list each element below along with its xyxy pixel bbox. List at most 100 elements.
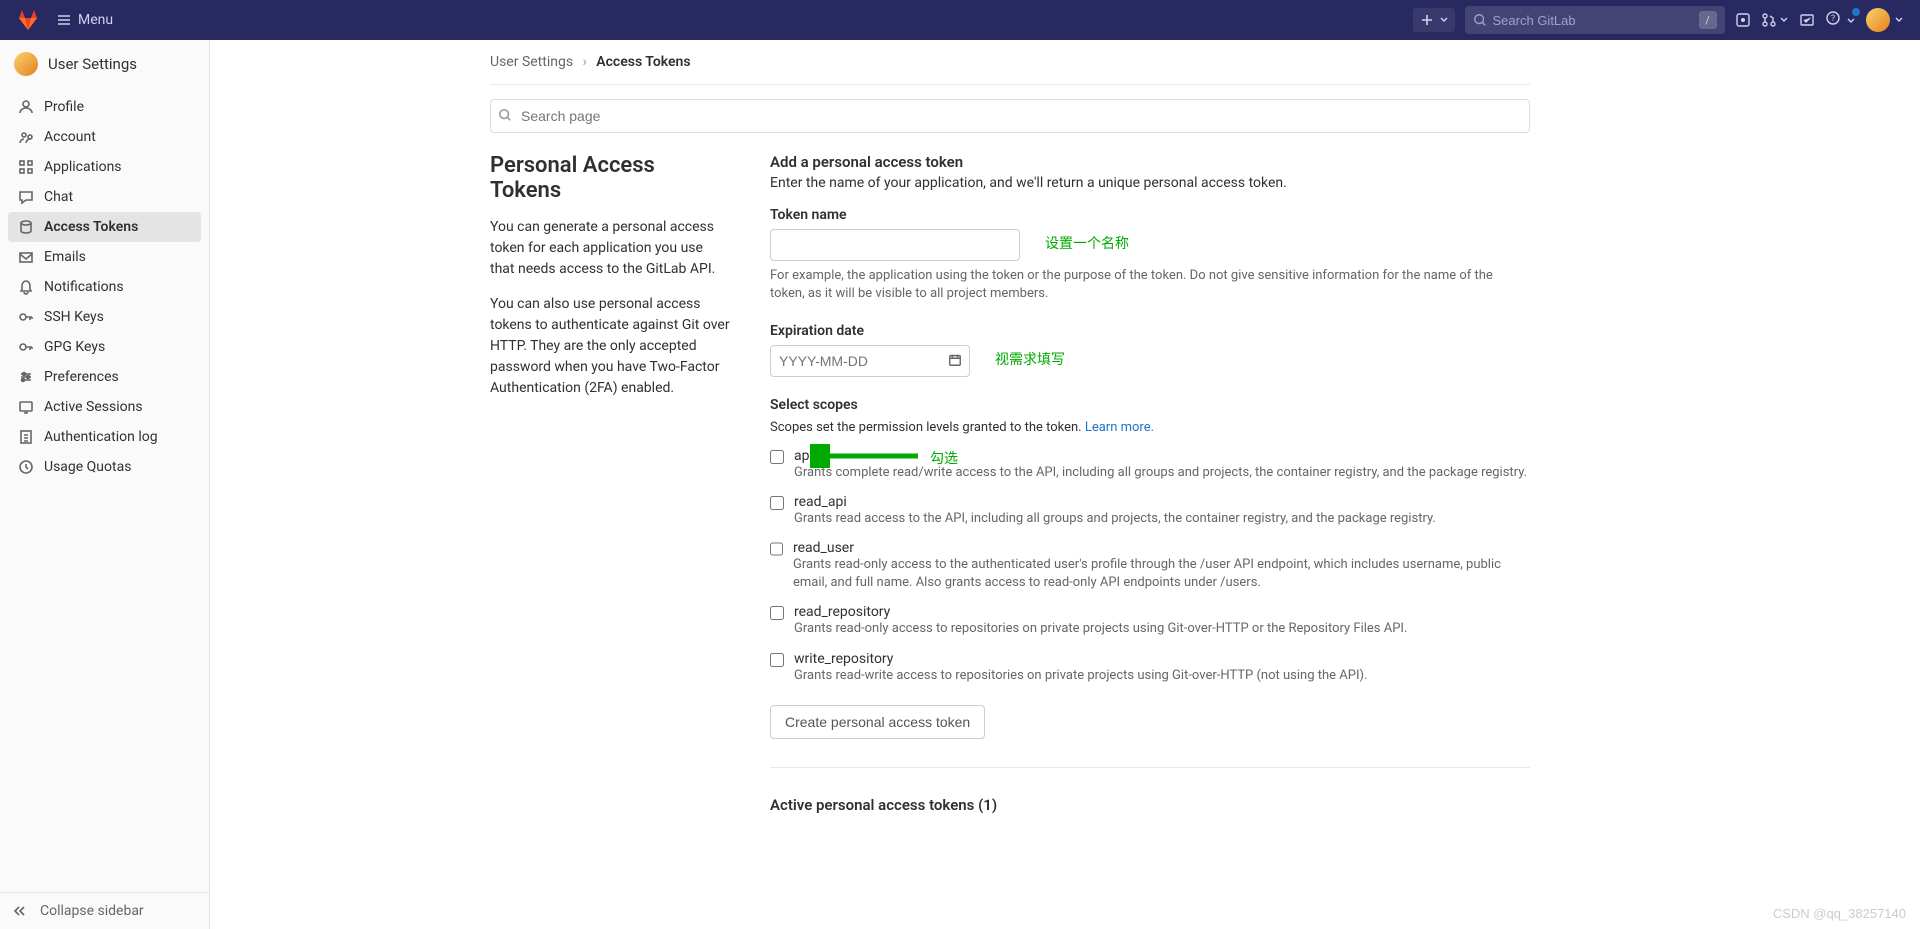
help-icon: ? xyxy=(1825,10,1841,26)
scope-description: Grants read-only access to the authentic… xyxy=(793,556,1530,592)
quota-icon xyxy=(18,459,34,475)
sidebar-title: User Settings xyxy=(48,55,137,73)
breadcrumb-current: Access Tokens xyxy=(596,54,690,70)
page-title: Personal Access Tokens xyxy=(490,153,730,203)
sidebar-item-emails[interactable]: Emails xyxy=(8,242,201,272)
sidebar-item-notifications[interactable]: Notifications xyxy=(8,272,201,302)
user-menu[interactable] xyxy=(1866,8,1904,32)
bell-icon xyxy=(18,279,34,295)
key-icon xyxy=(18,309,34,325)
sidebar-item-access-tokens[interactable]: Access Tokens xyxy=(8,212,201,242)
global-search[interactable]: / xyxy=(1465,6,1725,34)
scope-checkbox-read_api[interactable] xyxy=(770,496,784,510)
gitlab-logo[interactable] xyxy=(16,8,40,32)
collapse-icon xyxy=(14,903,30,919)
sidebar-item-applications[interactable]: Applications xyxy=(8,152,201,182)
sidebar-item-label: Usage Quotas xyxy=(44,459,131,475)
scope-read_repository: read_repositoryGrants read-only access t… xyxy=(770,604,1530,638)
form-title: Add a personal access token xyxy=(770,153,1530,171)
scope-label: api xyxy=(794,448,1527,464)
scope-description: Grants read-only access to repositories … xyxy=(794,620,1407,638)
scope-read_user: read_userGrants read-only access to the … xyxy=(770,540,1530,592)
scopes-label: Select scopes xyxy=(770,397,1530,413)
menu-label: Menu xyxy=(78,12,113,28)
scope-label: read_api xyxy=(794,494,1436,510)
divider xyxy=(770,767,1530,768)
plus-icon xyxy=(1419,12,1435,28)
search-icon xyxy=(498,108,512,122)
avatar xyxy=(14,52,38,76)
hamburger-icon xyxy=(56,12,72,28)
scope-checkbox-read_user[interactable] xyxy=(770,542,783,556)
chevron-down-icon xyxy=(1894,15,1904,25)
chevron-down-icon xyxy=(1846,16,1856,26)
scopes-help: Scopes set the permission levels granted… xyxy=(770,420,1085,435)
token-icon xyxy=(18,219,34,235)
chevron-down-icon xyxy=(1439,15,1449,25)
chat-icon xyxy=(18,189,34,205)
token-name-input[interactable] xyxy=(770,229,1020,261)
scope-description: Grants complete read/write access to the… xyxy=(794,464,1527,482)
merge-requests-dropdown[interactable] xyxy=(1761,12,1789,28)
sidebar-item-label: Applications xyxy=(44,159,122,175)
prefs-icon xyxy=(18,369,34,385)
sidebar-item-chat[interactable]: Chat xyxy=(8,182,201,212)
search-icon xyxy=(1473,13,1487,27)
scope-checkbox-api[interactable] xyxy=(770,450,784,464)
collapse-sidebar[interactable]: Collapse sidebar xyxy=(0,892,209,929)
svg-text:?: ? xyxy=(1830,14,1834,24)
sidebar-item-preferences[interactable]: Preferences xyxy=(8,362,201,392)
sidebar: User Settings Profile Account Applications… xyxy=(0,40,210,929)
annotation-scope: 勾选 xyxy=(930,448,958,468)
sidebar-item-label: Chat xyxy=(44,189,73,205)
sidebar-item-gpg-keys[interactable]: GPG Keys xyxy=(8,332,201,362)
sidebar-item-label: SSH Keys xyxy=(44,309,104,325)
page-search-input[interactable] xyxy=(490,99,1530,133)
scope-api: apiGrants complete read/write access to … xyxy=(770,448,1530,482)
sidebar-item-label: Profile xyxy=(44,99,84,115)
todos-icon[interactable] xyxy=(1799,12,1815,28)
sidebar-item-usage-quotas[interactable]: Usage Quotas xyxy=(8,452,201,482)
sidebar-item-account[interactable]: Account xyxy=(8,122,201,152)
key-icon xyxy=(18,339,34,355)
scope-label: read_user xyxy=(793,540,1530,556)
create-new-dropdown[interactable] xyxy=(1413,8,1455,32)
sidebar-item-ssh-keys[interactable]: SSH Keys xyxy=(8,302,201,332)
expiration-input[interactable] xyxy=(770,345,970,377)
issues-icon[interactable] xyxy=(1735,12,1751,28)
account-icon xyxy=(18,129,34,145)
sidebar-item-active-sessions[interactable]: Active Sessions xyxy=(8,392,201,422)
breadcrumb-separator: › xyxy=(583,54,587,70)
sidebar-item-label: GPG Keys xyxy=(44,339,105,355)
sidebar-item-label: Emails xyxy=(44,249,86,265)
scope-checkbox-read_repository[interactable] xyxy=(770,606,784,620)
breadcrumb-root[interactable]: User Settings xyxy=(490,54,573,70)
mail-icon xyxy=(18,249,34,265)
help-dropdown[interactable]: ? xyxy=(1825,10,1856,30)
calendar-icon[interactable] xyxy=(948,353,962,367)
learn-more-link[interactable]: Learn more. xyxy=(1085,420,1154,435)
token-name-help: For example, the application using the t… xyxy=(770,267,1530,303)
merge-request-icon xyxy=(1761,12,1777,28)
notification-dot xyxy=(1852,8,1860,16)
sidebar-item-authentication-log[interactable]: Authentication log xyxy=(8,422,201,452)
scope-checkbox-write_repository[interactable] xyxy=(770,653,784,667)
scope-label: write_repository xyxy=(794,651,1367,667)
form-subtitle: Enter the name of your application, and … xyxy=(770,175,1530,191)
global-search-input[interactable] xyxy=(1493,13,1699,28)
sidebar-item-label: Notifications xyxy=(44,279,124,295)
log-icon xyxy=(18,429,34,445)
collapse-label: Collapse sidebar xyxy=(40,903,144,919)
sidebar-item-profile[interactable]: Profile xyxy=(8,92,201,122)
scope-description: Grants read access to the API, including… xyxy=(794,510,1436,528)
create-token-button[interactable]: Create personal access token xyxy=(770,705,985,739)
apps-icon xyxy=(18,159,34,175)
page-search xyxy=(490,99,1530,133)
annotation-name: 设置一个名称 xyxy=(1045,233,1129,253)
sidebar-header[interactable]: User Settings xyxy=(0,40,209,88)
chevron-down-icon xyxy=(1779,15,1789,25)
topbar: Menu / ? xyxy=(0,0,1920,40)
scope-description: Grants read-write access to repositories… xyxy=(794,667,1367,685)
menu-button[interactable]: Menu xyxy=(56,12,113,28)
sidebar-item-label: Access Tokens xyxy=(44,219,138,235)
